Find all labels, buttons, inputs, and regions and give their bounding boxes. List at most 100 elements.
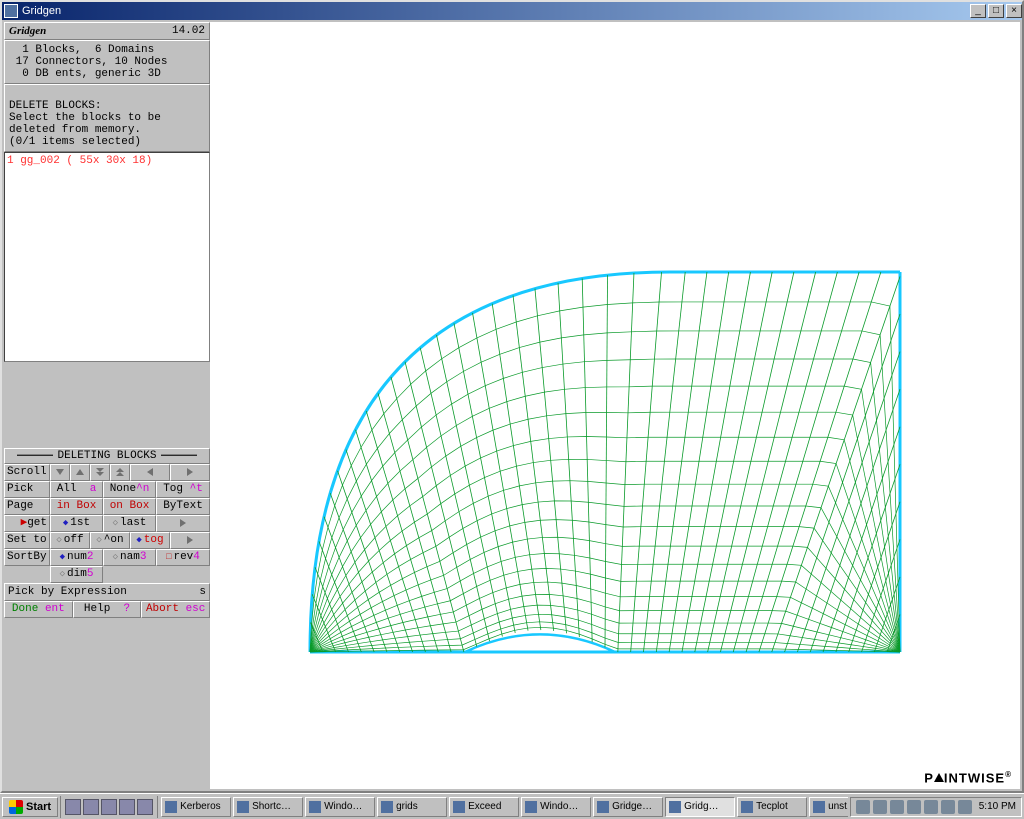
stats-line: 17 Connectors, 10 Nodes [9, 56, 167, 68]
task-icon [381, 801, 393, 813]
scroll-label: Scroll [4, 464, 50, 481]
task-button[interactable]: Exceed [449, 797, 519, 817]
scroll-right-icon[interactable] [170, 464, 210, 481]
task-button[interactable]: Windo… [305, 797, 375, 817]
task-icon [669, 801, 681, 813]
sort-rev-button[interactable]: □rev4 [156, 549, 210, 566]
scroll-down-icon[interactable] [50, 464, 70, 481]
scroll-left-icon[interactable] [130, 464, 170, 481]
pick-toggle-button[interactable]: Tog ^t [156, 481, 210, 498]
mesh-svg [210, 22, 1020, 789]
taskbar: Start KerberosShortc…Windo…gridsExceedWi… [0, 793, 1024, 819]
system-tray: 5:10 PM [850, 797, 1022, 817]
maximize-icon[interactable]: □ [988, 4, 1004, 18]
titlebar[interactable]: Gridgen _ □ × [2, 2, 1022, 20]
page-bytext-button[interactable]: ByText [156, 498, 210, 515]
sortby-label: SortBy [4, 549, 50, 566]
task-icon [165, 801, 177, 813]
window-buttons: _ □ × [968, 4, 1022, 18]
page-label: Page [4, 498, 50, 515]
set-right-icon[interactable] [170, 532, 210, 549]
window-title: Gridgen [22, 5, 61, 17]
tray-icon[interactable] [873, 800, 887, 814]
scroll-top-icon[interactable] [110, 464, 130, 481]
task-icon [813, 801, 825, 813]
sort-num-button[interactable]: ◆num2 [50, 549, 103, 566]
tray-icon[interactable] [941, 800, 955, 814]
task-label: Gridge… [612, 801, 652, 812]
pointwise-logo: PINTWISE® [924, 770, 1012, 785]
help-button[interactable]: Help ? [73, 601, 142, 618]
minimize-icon[interactable]: _ [970, 4, 986, 18]
close-icon[interactable]: × [1006, 4, 1022, 18]
tray-icon[interactable] [856, 800, 870, 814]
stats-line: 1 Blocks, 6 Domains [9, 44, 154, 56]
prompt-box: DELETE BLOCKS: Select the blocks to be d… [4, 84, 210, 152]
scroll-up-icon[interactable] [70, 464, 90, 481]
set-off-button[interactable]: ◇off [50, 532, 90, 549]
get-button[interactable]: ▶get [4, 515, 50, 532]
quicklaunch-icon[interactable] [101, 799, 117, 815]
prompt-line: (0/1 items selected) [9, 136, 141, 148]
prompt-line: DELETE BLOCKS: [9, 100, 101, 112]
task-icon [453, 801, 465, 813]
task-button[interactable]: Shortc… [233, 797, 303, 817]
page-onbox-button[interactable]: on Box [103, 498, 156, 515]
app-icon [4, 4, 18, 18]
task-icon [741, 801, 753, 813]
quick-launch [60, 796, 158, 818]
section-title: DELETING BLOCKS [4, 448, 210, 464]
tray-icon[interactable] [907, 800, 921, 814]
tray-icon[interactable] [890, 800, 904, 814]
task-label: Windo… [540, 801, 578, 812]
task-label: grids [396, 801, 418, 812]
task-button[interactable]: unst.gr… [809, 797, 848, 817]
pick-none-button[interactable]: None^n [103, 481, 156, 498]
tray-icon[interactable] [958, 800, 972, 814]
task-icon [597, 801, 609, 813]
quicklaunch-icon[interactable] [119, 799, 135, 815]
abort-button[interactable]: Abort esc [141, 601, 210, 618]
brand-bar: Gridgen 14.02 [4, 22, 210, 40]
task-label: Exceed [468, 801, 501, 812]
task-label: Gridg… [684, 801, 718, 812]
list-item[interactable]: 1 gg_002 ( 55x 30x 18) [7, 155, 207, 167]
left-panel: Gridgen 14.02 1 Blocks, 6 Domains 17 Con… [4, 22, 210, 789]
stats-box: 1 Blocks, 6 Domains 17 Connectors, 10 No… [4, 40, 210, 84]
start-button[interactable]: Start [2, 797, 58, 817]
viewport[interactable]: PINTWISE® [210, 22, 1020, 789]
task-button[interactable]: Tecplot [737, 797, 807, 817]
task-label: Tecplot [756, 801, 788, 812]
page-inbox-button[interactable]: in Box [50, 498, 103, 515]
task-button[interactable]: grids [377, 797, 447, 817]
task-button[interactable]: Kerberos [161, 797, 231, 817]
prompt-line: Select the blocks to be [9, 112, 161, 124]
quicklaunch-icon[interactable] [137, 799, 153, 815]
task-button[interactable]: Windo… [521, 797, 591, 817]
task-icon [237, 801, 249, 813]
get-last-button[interactable]: ◇last [103, 515, 156, 532]
task-button[interactable]: Gridg… [665, 797, 735, 817]
task-icon [309, 801, 321, 813]
pick-all-button[interactable]: All a [50, 481, 103, 498]
get-first-button[interactable]: ◆1st [50, 515, 103, 532]
done-button[interactable]: Done ent [4, 601, 73, 618]
gridgen-window: Gridgen _ □ × Gridgen 14.02 1 Blocks, 6 … [0, 0, 1024, 793]
set-toggle-button[interactable]: ◆tog [130, 532, 170, 549]
get-right-icon[interactable] [156, 515, 210, 532]
button-grid: Scroll Pick All a None^n Tog ^t [4, 464, 210, 618]
quicklaunch-icon[interactable] [65, 799, 81, 815]
block-list[interactable]: 1 gg_002 ( 55x 30x 18) [4, 152, 210, 362]
quicklaunch-icon[interactable] [83, 799, 99, 815]
tray-icon[interactable] [924, 800, 938, 814]
task-icon [525, 801, 537, 813]
clock: 5:10 PM [979, 801, 1016, 812]
pick-label: Pick [4, 481, 50, 498]
set-on-button[interactable]: ◇^on [90, 532, 130, 549]
scroll-bottom-icon[interactable] [90, 464, 110, 481]
sort-name-button[interactable]: ◇nam3 [103, 549, 156, 566]
sort-dim-button[interactable]: ◇dim5 [50, 566, 103, 583]
task-button[interactable]: Gridge… [593, 797, 663, 817]
pick-expression-button[interactable]: Pick by Expression s [4, 583, 210, 601]
brand-version: 14.02 [172, 25, 205, 37]
